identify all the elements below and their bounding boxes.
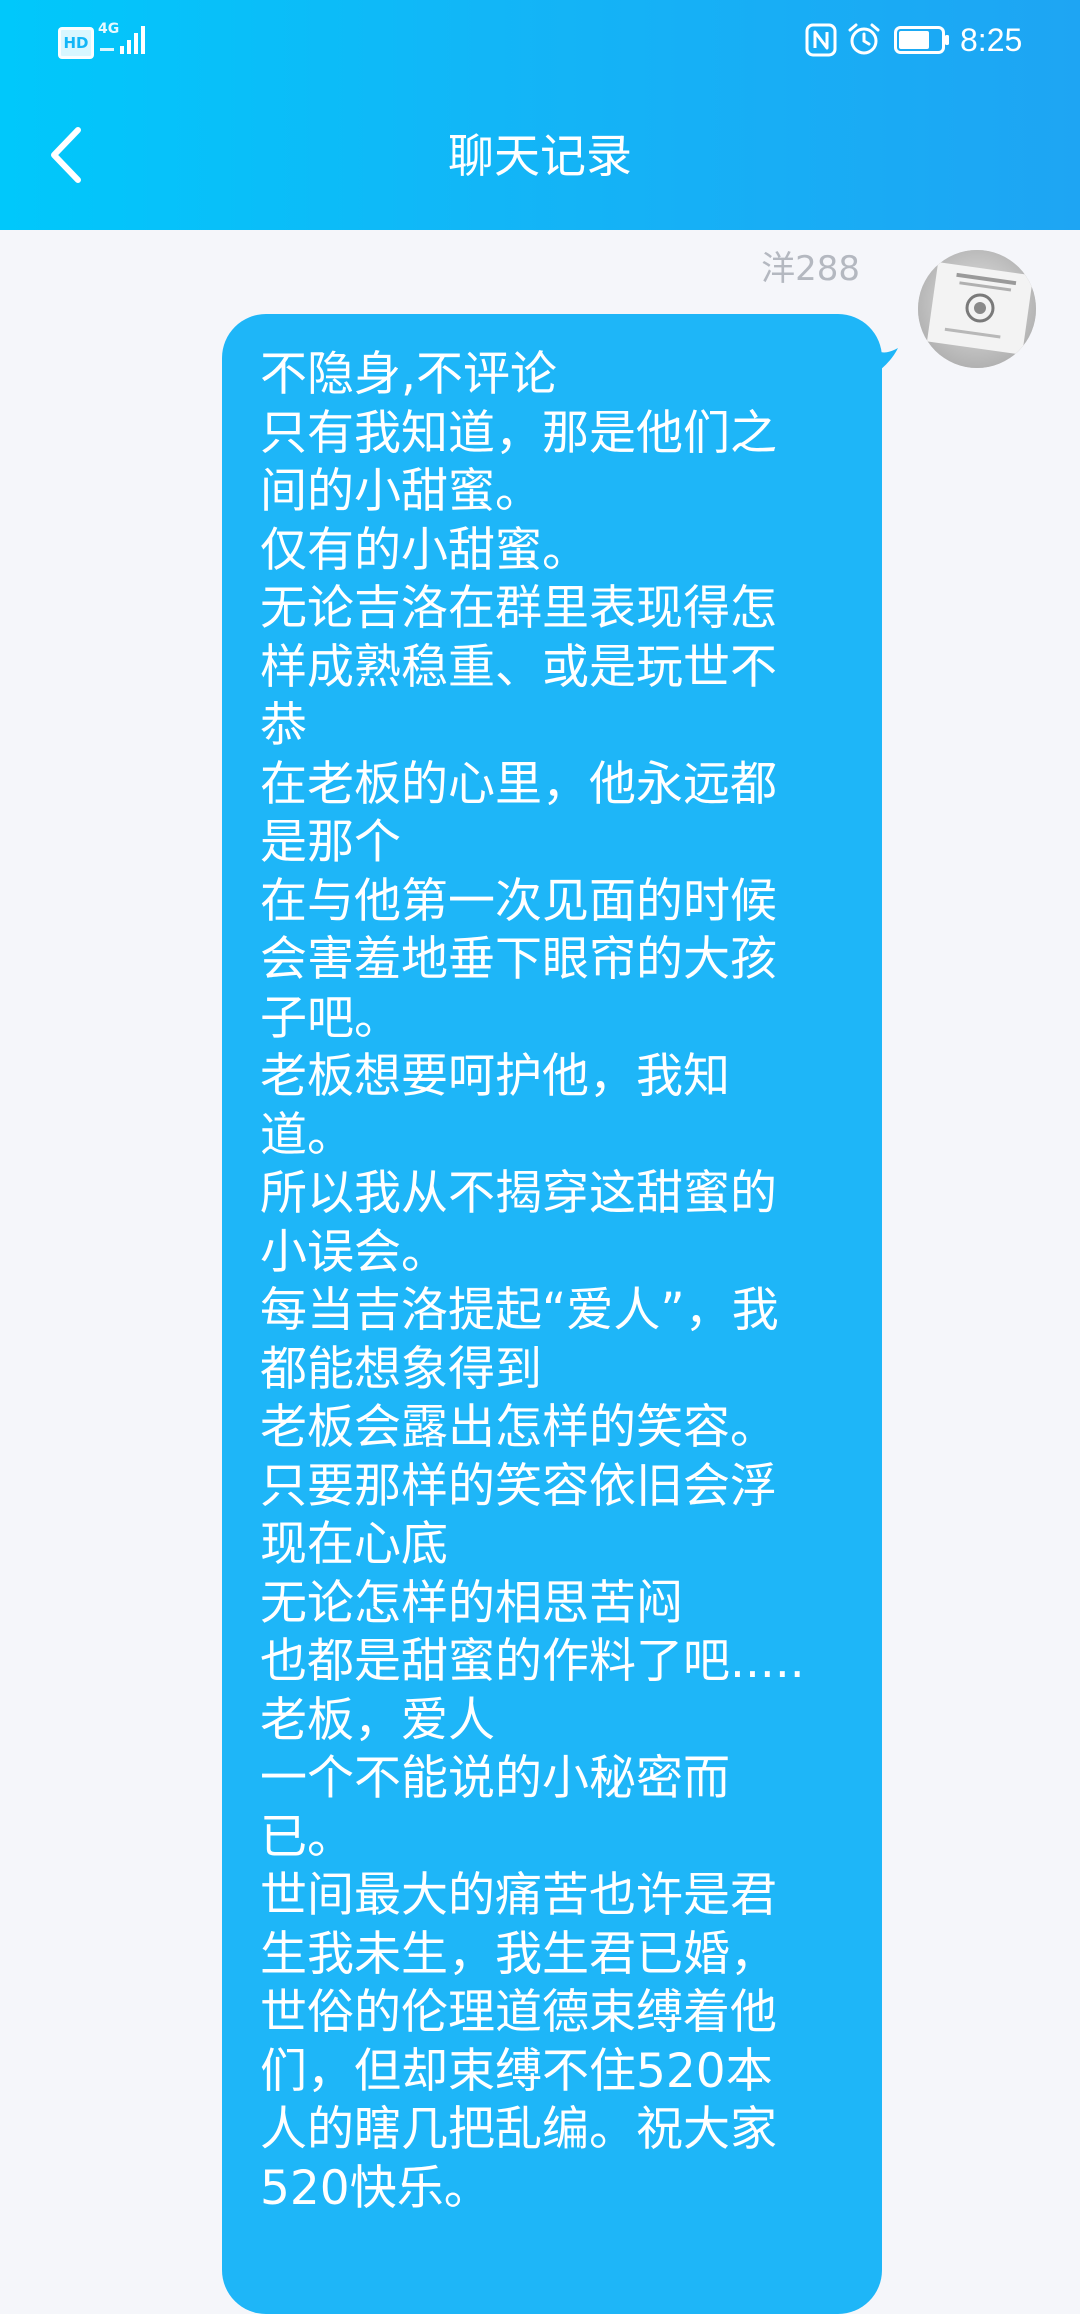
message-line: 们，但却束缚不住520本 (260, 2043, 773, 2099)
battery-icon (894, 26, 949, 54)
message-line: 恭 (260, 698, 307, 753)
message-line: 小误会。 (260, 1224, 448, 1280)
avatar[interactable] (918, 250, 1036, 368)
message-line: 不隐身,不评论 (260, 347, 557, 402)
message-line: 老板想要呵护他，我知 (260, 1049, 730, 1104)
alarm-icon (848, 23, 880, 55)
message-line: 一个不能说的小秘密而 (260, 1751, 730, 1806)
status-bar: HD 4G 8:25 (0, 0, 1080, 80)
hd-icon: HD (58, 27, 94, 59)
message-line: 道。 (260, 1107, 354, 1163)
message-line: 样成熟稳重、或是玩世不 (260, 639, 777, 695)
message-line: 无论怎样的相思苦闷 (260, 1575, 683, 1631)
app-header: HD 4G 8:25 聊天记录 (0, 0, 1080, 230)
message-line: 人的瞎几把乱编。祝大家 (260, 2102, 777, 2157)
message-line: 只有我知道，那是他们之 (260, 405, 777, 461)
message-text: 不隐身,不评论 只有我知道，那是他们之 间的小甜蜜。 仅有的小甜蜜。 无论吉洛在群里表现… (260, 346, 862, 2218)
message-line: 老板，爱人 (260, 1692, 495, 1748)
message-line: 每当吉洛提起“爱人”，我 (260, 1283, 779, 1338)
message-line: 世间最大的痛苦也许是君 (260, 1868, 777, 1923)
chevron-left-icon[interactable] (40, 120, 96, 190)
message-line: 间的小甜蜜。 (260, 464, 542, 519)
message-line: 生我未生，我生君已婚， (260, 1926, 777, 1982)
message-line: 子吧。 (260, 990, 401, 1046)
nfc-icon (805, 23, 837, 57)
message-line: 在与他第一次见面的时候 (260, 873, 777, 929)
message-line: 只要那样的笑容依旧会浮 (260, 1458, 777, 1514)
message-line: 会害羞地垂下眼帘的大孩 (260, 932, 777, 987)
message-line: 仅有的小甜蜜。 (260, 522, 589, 578)
status-time: 8:25 (960, 22, 1023, 58)
message-line: 老板会露出怎样的笑容。 (260, 1400, 777, 1455)
signal-4g-icon (100, 26, 145, 54)
message-line: 已。 (260, 1809, 354, 1865)
message-line: 是那个 (260, 815, 401, 870)
avatar-image (918, 250, 1036, 368)
message-line: 世俗的伦理道德束缚着他 (260, 1985, 777, 2040)
message-line: 都能想象得到 (260, 1341, 542, 1397)
message-line: 520快乐。 (260, 2160, 491, 2216)
message-line: 所以我从不揭穿这甜蜜的 (260, 1166, 777, 1221)
page-title: 聊天记录 (448, 129, 632, 183)
message-bubble[interactable]: 不隐身,不评论 只有我知道，那是他们之 间的小甜蜜。 仅有的小甜蜜。 无论吉洛在群里表现… (222, 314, 882, 2314)
sender-name: 洋288 (761, 249, 860, 289)
message-line: 在老板的心里，他永远都 (260, 756, 777, 812)
message-line: 现在心底 (260, 1517, 448, 1572)
message-line: 无论吉洛在群里表现得怎 (260, 581, 777, 636)
message-line: 也都是甜蜜的作料了吧..... (260, 1634, 805, 1689)
